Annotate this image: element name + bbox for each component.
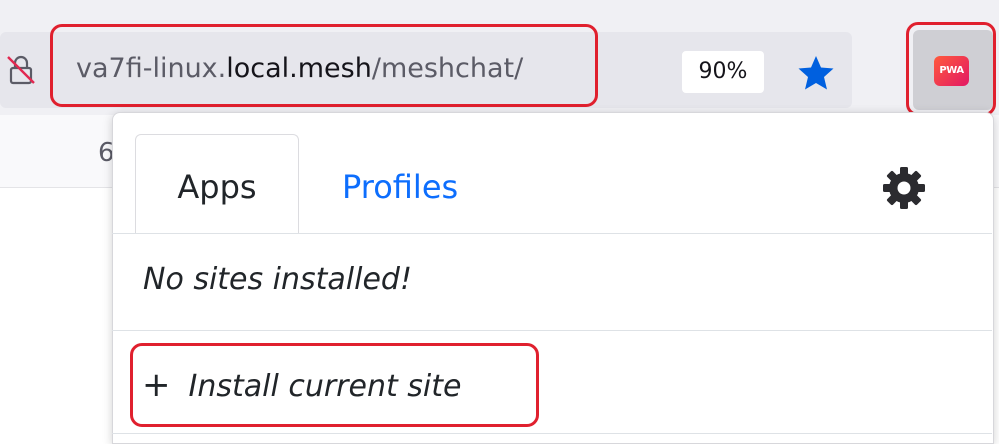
tab-profiles[interactable]: Profiles [342, 162, 458, 212]
tab-apps[interactable]: Apps [135, 134, 299, 234]
tabs-divider [112, 233, 992, 234]
divider [112, 330, 992, 331]
pwa-extension-icon: PWA [934, 56, 969, 86]
plus-icon: + [142, 365, 171, 405]
url-prefix: va7fi-linux. [76, 53, 227, 84]
install-label: Install current site [188, 369, 462, 404]
zoom-level-button[interactable]: 90% [682, 51, 764, 93]
gear-icon[interactable] [880, 164, 928, 212]
url-path: /meshchat/ [371, 53, 524, 84]
install-current-site-button[interactable]: + Install current site [142, 360, 461, 410]
url-text[interactable]: va7fi-linux.local.mesh/meshchat/ [76, 49, 523, 89]
pwa-extension-button[interactable]: PWA [913, 30, 993, 110]
insecure-lock-icon[interactable] [6, 55, 36, 85]
bookmark-star-icon[interactable] [796, 53, 836, 93]
url-host: local.mesh [226, 53, 372, 84]
empty-sites-message: No sites installed! [143, 262, 413, 297]
divider [112, 433, 992, 434]
